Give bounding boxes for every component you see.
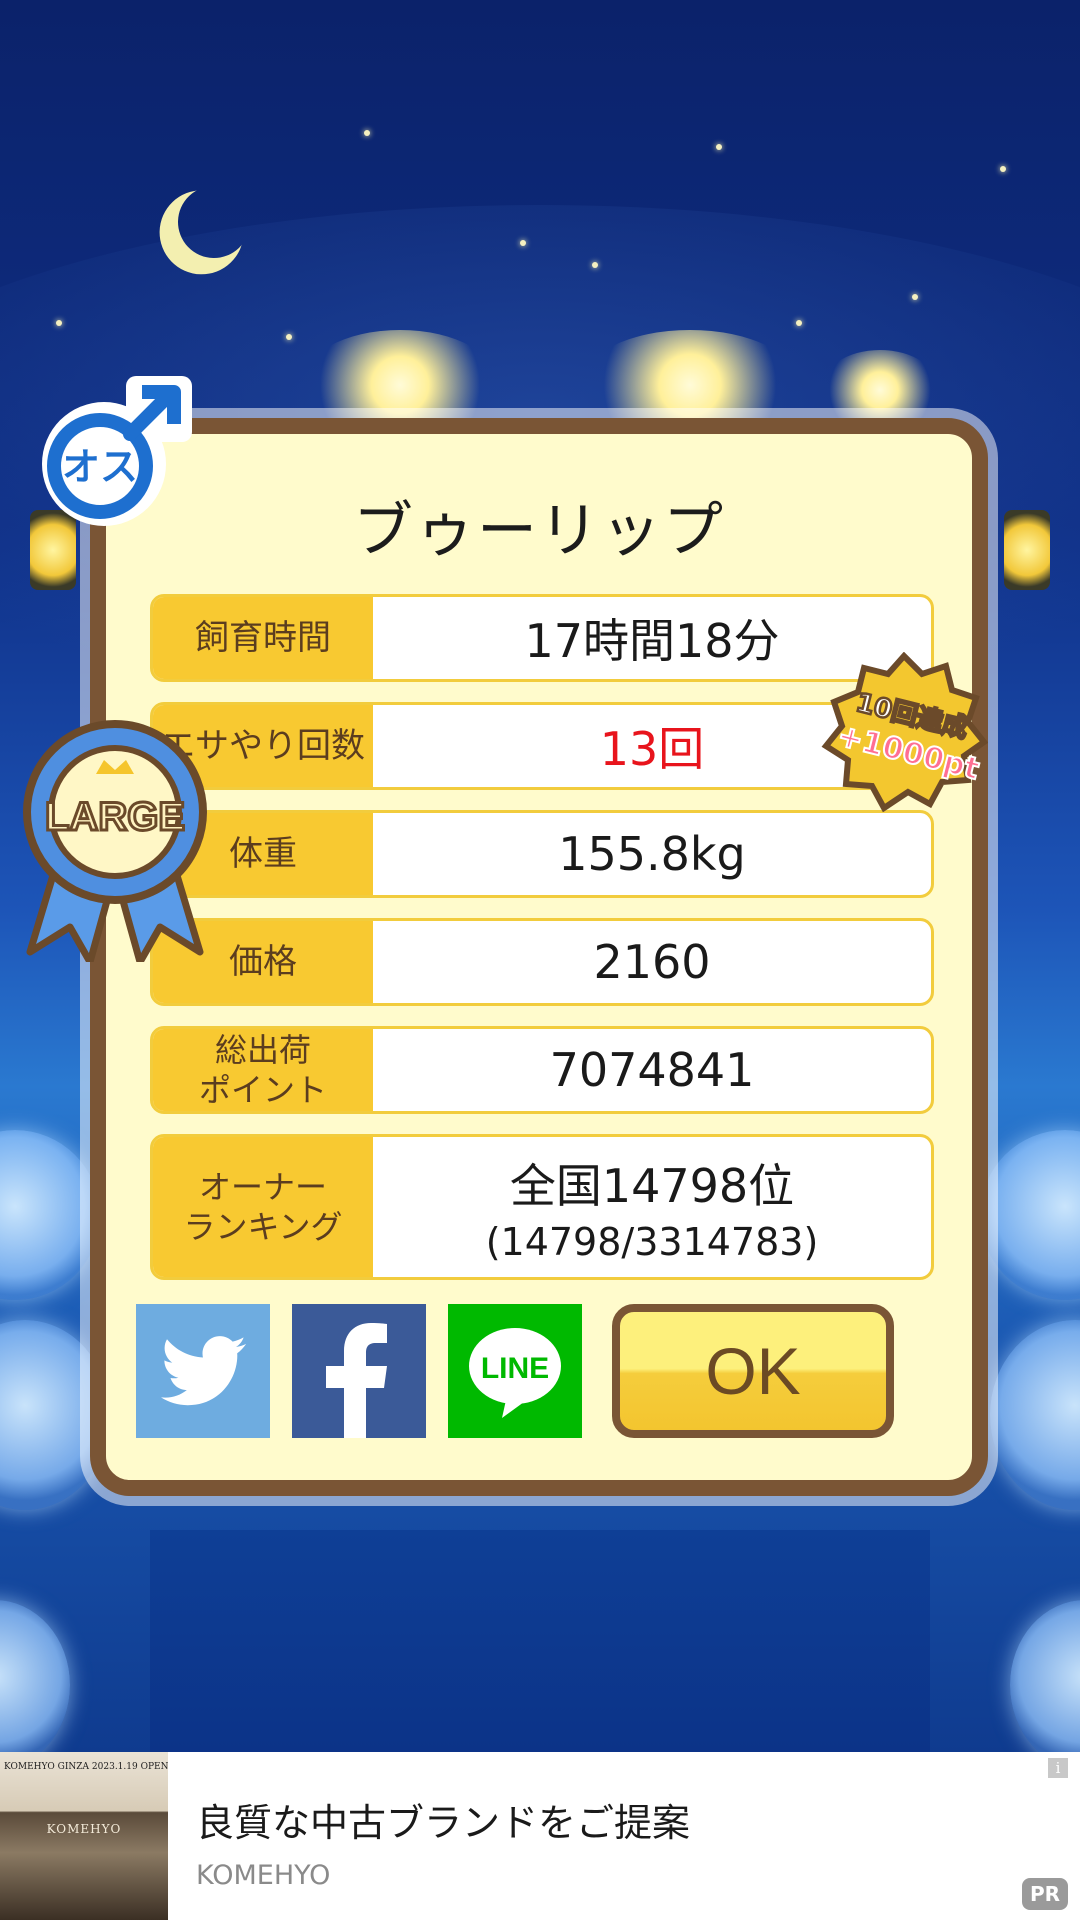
- star-icon: [592, 262, 598, 268]
- light-ball: [1010, 1600, 1080, 1752]
- achievement-badge-icon: 10回達成 +1000pt: [821, 652, 988, 812]
- ribbon-label: LARGE: [45, 795, 185, 839]
- info-row-owner-ranking: オーナー ランキング 全国14798位 (14798/3314783): [150, 1134, 934, 1280]
- info-row-shipping-points: 総出荷 ポイント 7074841: [150, 1026, 934, 1114]
- line-icon: LINE: [469, 1328, 561, 1418]
- row-value-text: 13回: [599, 722, 705, 776]
- ad-image-brand: KOMEHYO: [46, 1822, 122, 1836]
- row-value: 全国14798位 (14798/3314783): [373, 1137, 931, 1277]
- light-ball: [980, 1130, 1080, 1300]
- star-icon: [364, 130, 370, 136]
- star-icon: [286, 334, 292, 340]
- row-value: 2160: [373, 921, 931, 1003]
- row-value: 155.8kg: [373, 813, 931, 895]
- twitter-bird-icon: [161, 1336, 246, 1406]
- ad-advertiser: KOMEHYO: [196, 1860, 331, 1891]
- row-value-text: 155.8kg: [558, 827, 746, 881]
- ok-button[interactable]: OK: [612, 1304, 894, 1438]
- star-icon: [56, 320, 62, 326]
- light-ball: [0, 1600, 70, 1752]
- large-ribbon-icon: LARGE: [23, 720, 207, 962]
- ad-banner[interactable]: KOMEHYO GINZA 2023.1.19 OPEN KOMEHYO 良質な…: [0, 1752, 1080, 1920]
- road: [150, 1530, 930, 1752]
- row-value: 7074841: [373, 1029, 931, 1111]
- ad-image-caption: KOMEHYO GINZA 2023.1.19 OPEN: [4, 1762, 168, 1772]
- line-label: LINE: [481, 1352, 549, 1385]
- info-row-weight: 体重 155.8kg: [150, 810, 934, 898]
- row-value-text: 2160: [593, 935, 711, 989]
- row-value-text: 17時間18分: [524, 614, 780, 668]
- ad-image[interactable]: KOMEHYO GINZA 2023.1.19 OPEN KOMEHYO: [0, 1752, 168, 1920]
- light-ball: [0, 1130, 100, 1300]
- star-icon: [716, 144, 722, 150]
- twitter-share-button[interactable]: [136, 1304, 270, 1438]
- star-icon: [520, 240, 526, 246]
- ranking-detail: (14798/3314783): [485, 1220, 819, 1264]
- row-label: 総出荷 ポイント: [153, 1029, 373, 1111]
- info-row-price: 価格 2160: [150, 918, 934, 1006]
- facebook-f-icon: [326, 1323, 387, 1438]
- row-value-text: 7074841: [549, 1043, 755, 1097]
- street-lamp-icon: [1004, 510, 1050, 590]
- light-ball: [990, 1320, 1080, 1510]
- male-icon: オス: [42, 376, 192, 526]
- star-icon: [796, 320, 802, 326]
- info-row-raising-time: 飼育時間 17時間18分: [150, 594, 934, 682]
- ad-title[interactable]: 良質な中古ブランドをご提案: [196, 1792, 690, 1847]
- ad-info-icon[interactable]: i: [1048, 1758, 1068, 1778]
- line-share-button[interactable]: LINE: [448, 1304, 582, 1438]
- gender-label: オス: [62, 445, 138, 489]
- star-icon: [1000, 166, 1006, 172]
- row-label: 飼育時間: [153, 597, 373, 679]
- facebook-share-button[interactable]: [292, 1304, 426, 1438]
- info-row-feeding-count: エサやり回数 13回: [150, 702, 934, 790]
- star-icon: [912, 294, 918, 300]
- pig-name-title: ブゥーリップ: [353, 496, 725, 566]
- ad-pr-badge: PR: [1022, 1878, 1068, 1910]
- result-card: ブゥーリップ 飼育時間 17時間18分 エサやり回数 13回 体重 155.8k…: [90, 418, 988, 1496]
- row-label: オーナー ランキング: [153, 1137, 373, 1277]
- ranking-value: 全国14798位: [509, 1159, 795, 1213]
